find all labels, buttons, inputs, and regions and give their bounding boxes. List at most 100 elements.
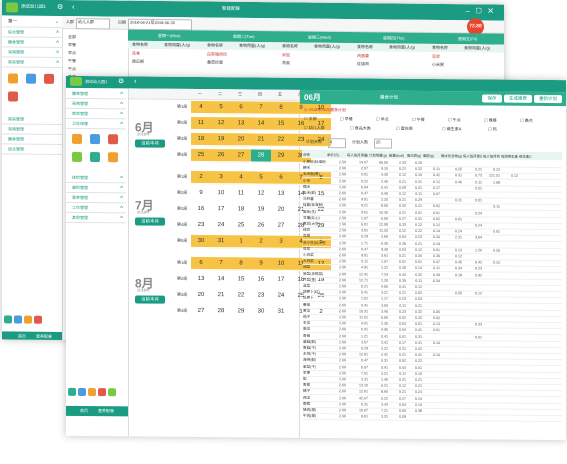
calendar-day[interactable]: 30 xyxy=(251,305,271,319)
dock-icon[interactable] xyxy=(14,315,22,324)
menu-cell[interactable]: 豆浆 xyxy=(432,54,440,59)
menu-cell[interactable]: 番茄炒蛋 xyxy=(207,60,223,65)
close-icon[interactable]: ✕ xyxy=(487,6,494,15)
calendar-day[interactable]: 11 xyxy=(191,116,211,131)
calendar-day[interactable]: 18 xyxy=(191,132,211,147)
calendar-day[interactable]: 24 xyxy=(211,219,231,233)
category-morning[interactable]: 早点 xyxy=(68,50,76,55)
sidebar-item-0b[interactable]: 综合管理 xyxy=(2,145,62,155)
calendar-day[interactable]: 8 xyxy=(231,257,251,271)
nutrient-option-checkbox[interactable]: ☐ 食品大类 xyxy=(350,125,371,130)
sidebar-item-2[interactable]: 采购管理 ^ xyxy=(2,48,62,58)
calendar-day[interactable]: 7 xyxy=(251,101,271,115)
nutrient-option-checkbox[interactable]: ☐ 维生素A xyxy=(442,126,461,131)
menu-cell[interactable]: 鸡蛋羹 xyxy=(357,53,369,58)
calendar-day[interactable]: 19 xyxy=(251,203,271,217)
calendar-day[interactable]: 26 xyxy=(211,149,231,163)
date-range-input[interactable]: 2018-06-21至2018-06-30 xyxy=(128,18,192,31)
nutrition-icon[interactable] xyxy=(72,151,82,162)
calendar-day[interactable]: 10 xyxy=(271,257,291,271)
sidebar-user[interactable]: 第一 ⌄ xyxy=(2,17,62,28)
dock-icon[interactable] xyxy=(78,387,86,396)
sidebar-item-2[interactable]: 库房管理 ^ xyxy=(66,109,126,120)
recipe-icon[interactable] xyxy=(108,134,118,145)
calendar-day[interactable]: 13 xyxy=(231,117,251,131)
calendar-day[interactable]: 4 xyxy=(231,171,251,185)
calendar-day[interactable]: 5 xyxy=(251,171,271,185)
calendar-day[interactable]: 6 xyxy=(231,101,251,115)
calendar-day[interactable]: 31 xyxy=(271,305,291,319)
minimize-icon[interactable]: – xyxy=(466,6,470,15)
calendar-day[interactable]: 15 xyxy=(231,273,251,287)
settings-icon[interactable]: ⚙ xyxy=(57,4,63,11)
calendar-day[interactable]: 9 xyxy=(191,186,211,201)
menu-cell[interactable]: 青菜 xyxy=(282,60,290,65)
save-button[interactable]: 保存 xyxy=(482,94,502,103)
sidebar-item-0[interactable]: 膳食管理 ^ xyxy=(66,89,126,100)
tab-home[interactable]: 首页 xyxy=(18,334,26,339)
current-month-button[interactable]: 当前本月 xyxy=(135,217,165,226)
sidebar-item-8[interactable]: 其他管理 ^ xyxy=(66,213,126,224)
nutrient-option-checkbox[interactable]: ☐ 钙 xyxy=(488,127,497,132)
current-month-button[interactable]: 当前本月 xyxy=(135,139,165,148)
food-library-icon[interactable] xyxy=(8,73,18,84)
calendar-day[interactable]: 19 xyxy=(211,133,231,147)
calendar-day[interactable]: 26 xyxy=(251,219,271,233)
dish-library-icon[interactable] xyxy=(90,134,100,145)
meal-option-checkbox[interactable]: ☐ 午点 xyxy=(448,117,461,122)
tab-home[interactable]: 首页 xyxy=(80,408,88,413)
calendar-day[interactable]: 28 xyxy=(211,305,231,319)
calendar-day[interactable]: 28 xyxy=(251,149,271,163)
dock-icon[interactable] xyxy=(108,388,116,397)
calendar-day[interactable]: 23 xyxy=(191,218,211,233)
menu-cell[interactable]: 红烧肉 xyxy=(357,61,369,66)
sidebar-item-3[interactable]: 卫生保健 ^ xyxy=(66,119,126,130)
calendar-day[interactable]: 6 xyxy=(271,171,291,185)
calendar-day[interactable]: 20 xyxy=(191,288,211,303)
tab-diet[interactable]: 营养配餐 xyxy=(36,334,52,339)
calendar-day[interactable]: 12 xyxy=(251,187,271,201)
nutrition-icon[interactable] xyxy=(8,91,18,102)
back-icon[interactable]: ‹ xyxy=(72,2,75,11)
menu-cell[interactable]: 花卷 xyxy=(132,51,140,56)
calendar-day[interactable]: 27 xyxy=(271,219,291,233)
calendar-day[interactable]: 2 xyxy=(191,170,211,185)
meal-option-checkbox[interactable]: ☐ 早点 xyxy=(376,117,389,122)
calendar-day[interactable]: 5 xyxy=(211,101,231,115)
calendar-day[interactable]: 20 xyxy=(271,203,291,217)
current-month-button[interactable]: 当前本月 xyxy=(135,295,165,304)
plan-days-input[interactable]: 4 xyxy=(328,138,346,149)
calendar-day[interactable]: 4 xyxy=(191,100,211,115)
storage-icon[interactable] xyxy=(108,152,118,163)
calendar-day[interactable]: 3 xyxy=(271,235,291,249)
calendar-day[interactable]: 14 xyxy=(251,117,271,131)
sidebar-item-5[interactable]: 晨检管理 ^ xyxy=(66,183,126,194)
nutrient-option-checkbox[interactable]: ☐ 蛋白质 xyxy=(396,126,413,131)
back-icon[interactable]: ‹ xyxy=(134,76,137,85)
dock-icon[interactable] xyxy=(88,388,96,397)
calendar-day[interactable]: 27 xyxy=(191,304,211,319)
plan-people-input[interactable]: 25 xyxy=(374,138,392,149)
calendar-day[interactable]: 17 xyxy=(271,273,291,287)
calendar-day[interactable]: 3 xyxy=(211,171,231,185)
meal-option-checkbox[interactable]: ☐ 早餐 xyxy=(340,116,353,121)
recipe-icon[interactable] xyxy=(44,73,54,84)
sidebar-item-1[interactable]: 采购管理 ^ xyxy=(66,99,126,110)
calendar-day[interactable]: 20 xyxy=(231,133,251,147)
reset-plan-button[interactable]: 重新计划 xyxy=(534,94,562,104)
calendar-day[interactable]: 12 xyxy=(211,117,231,131)
calendar-day[interactable]: 22 xyxy=(271,133,291,147)
menu-cell[interactable]: 米饭 xyxy=(282,52,290,57)
calendar-day[interactable]: 27 xyxy=(231,149,251,163)
dock-icon[interactable] xyxy=(4,315,12,324)
menu-cell[interactable]: 小米粥 xyxy=(432,62,444,67)
calendar-day[interactable]: 18 xyxy=(231,203,251,217)
calendar-day[interactable]: 15 xyxy=(271,117,291,131)
sidebar-item-1[interactable]: 膳食管理 ^ xyxy=(2,38,62,48)
calendar-day[interactable]: 31 xyxy=(211,235,231,249)
calendar-day[interactable]: 14 xyxy=(211,273,231,287)
settings-icon[interactable]: ⚙ xyxy=(118,77,124,85)
calendar-day[interactable]: 23 xyxy=(251,289,271,303)
calendar-day[interactable]: 10 xyxy=(211,187,231,201)
dock-icon[interactable] xyxy=(24,315,32,324)
